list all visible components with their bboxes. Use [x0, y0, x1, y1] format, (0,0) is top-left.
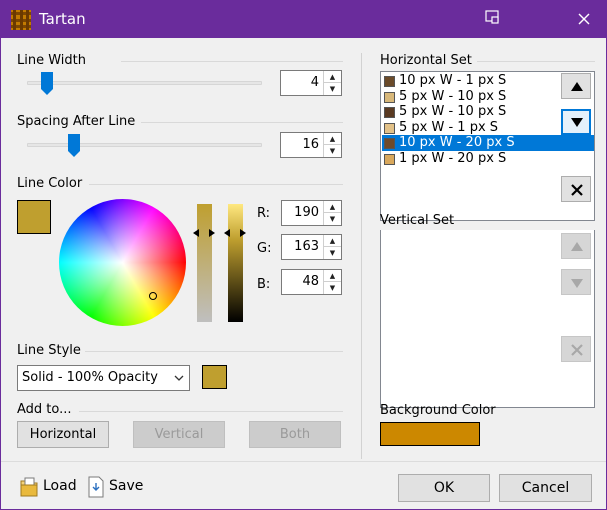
load-button[interactable]: Load: [19, 475, 79, 499]
spacing-down-button[interactable]: ▼: [324, 145, 341, 157]
save-file-icon: [88, 476, 104, 498]
item-label: 5 px W - 10 px S: [399, 104, 507, 119]
line-width-track[interactable]: [27, 81, 262, 85]
line-color-swatch[interactable]: [17, 200, 51, 234]
g-down-button[interactable]: ▼: [324, 247, 341, 259]
spacing-value[interactable]: 16: [302, 137, 319, 152]
line-color-separator: [89, 184, 343, 185]
g-label: G:: [257, 241, 272, 256]
add-to-label: Add to...: [17, 402, 72, 417]
color-wheel-cursor[interactable]: [149, 292, 157, 300]
ok-button[interactable]: OK: [398, 474, 490, 502]
b-up-button[interactable]: ▲: [324, 270, 341, 282]
line-style-separator: [85, 351, 343, 352]
item-color-swatch: [384, 76, 395, 87]
chevron-down-icon: [174, 375, 184, 381]
triangle-up-icon: [571, 82, 583, 91]
line-style-dropdown[interactable]: Solid - 100% Opacity: [17, 365, 190, 391]
horizontal-set-label: Horizontal Set: [380, 53, 472, 68]
spacing-track[interactable]: [27, 143, 262, 147]
vertical-delete-button[interactable]: [561, 336, 591, 362]
folder-load-icon: [20, 477, 38, 497]
triangle-up-icon: [571, 242, 583, 251]
g-up-button[interactable]: ▲: [324, 235, 341, 247]
item-color-swatch: [384, 91, 395, 103]
color-wheel[interactable]: [59, 199, 186, 326]
spacing-separator: [141, 122, 343, 123]
brightness-bar-marker[interactable]: [222, 227, 248, 239]
item-color-swatch: [384, 138, 395, 149]
line-width-slider-thumb[interactable]: [40, 71, 54, 97]
add-both-button[interactable]: Both: [249, 421, 341, 448]
pin-window-icon[interactable]: [483, 9, 501, 27]
item-label: 10 px W - 20 px S: [399, 135, 515, 150]
horizontal-delete-button[interactable]: [561, 176, 591, 202]
window-title: Tartan: [39, 10, 86, 28]
save-label: Save: [109, 478, 144, 494]
horizontal-move-up-button[interactable]: [561, 73, 591, 99]
b-down-button[interactable]: ▼: [324, 282, 341, 294]
horizontal-set-item[interactable]: 10 px W - 20 px S: [382, 135, 594, 151]
line-width-separator: [121, 61, 343, 62]
item-label: 5 px W - 1 px S: [399, 119, 499, 135]
spacing-label: Spacing After Line: [17, 114, 136, 129]
add-vertical-button[interactable]: Vertical: [133, 421, 225, 448]
saturation-bar[interactable]: [197, 204, 212, 322]
close-icon: [578, 13, 590, 25]
x-icon: [571, 184, 583, 196]
add-to-separator: [79, 411, 343, 412]
footer-separator: [1, 461, 606, 462]
line-style-label: Line Style: [17, 343, 81, 358]
b-value[interactable]: 48: [302, 274, 319, 289]
r-label: R:: [257, 206, 271, 221]
item-label: 1 px W - 20 px S: [399, 150, 507, 166]
x-icon: [571, 344, 583, 356]
horizontal-set-item[interactable]: 1 px W - 20 px S: [382, 151, 594, 167]
title-bar: Tartan: [1, 1, 606, 38]
triangle-down-icon: [571, 279, 583, 288]
r-value[interactable]: 190: [294, 205, 319, 220]
b-label: B:: [257, 277, 271, 292]
triangle-down-icon: [571, 118, 583, 127]
vertical-move-up-button[interactable]: [561, 233, 591, 259]
cancel-button[interactable]: Cancel: [499, 474, 592, 502]
line-style-color-swatch[interactable]: [202, 365, 227, 389]
vertical-move-down-button[interactable]: [561, 269, 591, 295]
vertical-set-label: Vertical Set: [380, 213, 455, 228]
close-button[interactable]: [566, 5, 602, 33]
saturation-bar-marker[interactable]: [191, 227, 217, 239]
g-spinner[interactable]: 163 ▲ ▼: [281, 234, 342, 260]
line-width-label: Line Width: [17, 53, 86, 68]
line-style-value: Solid - 100% Opacity: [22, 370, 158, 385]
item-color-swatch: [384, 107, 395, 118]
spacing-up-button[interactable]: ▲: [324, 133, 341, 145]
horizontal-set-separator: [477, 61, 595, 62]
r-down-button[interactable]: ▼: [324, 213, 341, 225]
line-width-spinner[interactable]: 4 ▲ ▼: [280, 70, 342, 96]
brightness-bar[interactable]: [228, 204, 243, 322]
b-spinner[interactable]: 48 ▲ ▼: [281, 269, 342, 295]
item-label: 5 px W - 10 px S: [399, 88, 507, 104]
background-color-swatch[interactable]: [380, 422, 480, 446]
tartan-grid-icon: [11, 10, 31, 30]
line-width-up-button[interactable]: ▲: [324, 71, 341, 83]
line-width-value[interactable]: 4: [311, 75, 319, 90]
line-color-label: Line Color: [17, 176, 83, 191]
horizontal-move-down-button[interactable]: [561, 109, 591, 135]
tartan-dialog: Tartan Line Width 4 ▲ ▼ Spacing After Li…: [0, 0, 607, 510]
item-color-swatch: [384, 122, 395, 134]
background-color-label: Background Color: [380, 403, 496, 418]
item-label: 10 px W - 1 px S: [399, 73, 507, 88]
r-up-button[interactable]: ▲: [324, 201, 341, 213]
spacing-spinner[interactable]: 16 ▲ ▼: [280, 132, 342, 158]
save-button[interactable]: Save: [87, 475, 147, 499]
load-label: Load: [43, 478, 77, 494]
item-color-swatch: [384, 153, 395, 165]
spacing-slider-thumb[interactable]: [67, 133, 81, 159]
line-width-down-button[interactable]: ▼: [324, 83, 341, 95]
add-horizontal-button[interactable]: Horizontal: [17, 421, 109, 448]
r-spinner[interactable]: 190 ▲ ▼: [281, 200, 342, 226]
column-divider: [361, 53, 362, 459]
g-value[interactable]: 163: [294, 239, 319, 254]
